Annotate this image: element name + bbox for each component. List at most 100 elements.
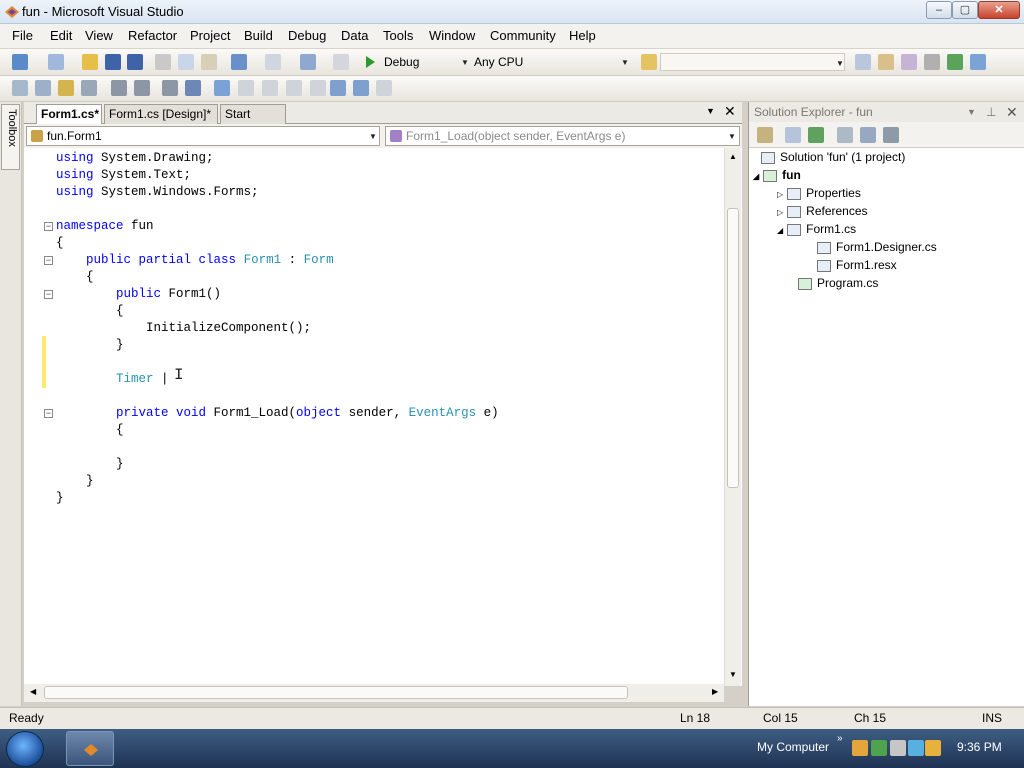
cut-icon[interactable]: [155, 54, 171, 70]
tree-item-program-cs[interactable]: Program.cs: [798, 274, 878, 292]
next-bookmark-in-folder-icon[interactable]: [310, 80, 326, 96]
tray-my-computer[interactable]: My Computer: [757, 740, 829, 754]
tab-form1-designer[interactable]: Form1.cs [Design]*: [104, 104, 218, 124]
scroll-left-icon[interactable]: ◀: [30, 687, 36, 696]
outline-collapse-icon[interactable]: −: [44, 222, 53, 231]
paste-icon[interactable]: [201, 54, 217, 70]
menu-community[interactable]: Community: [490, 28, 556, 43]
undo-icon[interactable]: [231, 54, 247, 70]
show-all-files-icon[interactable]: [785, 127, 801, 143]
auto-hide-pin-icon[interactable]: ⊥: [986, 102, 996, 122]
menu-data[interactable]: Data: [341, 28, 368, 43]
menu-help[interactable]: Help: [569, 28, 596, 43]
scroll-up-icon[interactable]: ▲: [729, 152, 737, 161]
menu-tools[interactable]: Tools: [383, 28, 413, 43]
horizontal-scroll-thumb[interactable]: [44, 686, 628, 699]
taskbar-visual-studio-button[interactable]: [66, 731, 114, 766]
open-file-icon[interactable]: [82, 54, 98, 70]
taskbar-clock[interactable]: 9:36 PM: [957, 740, 1002, 754]
add-item-icon[interactable]: [48, 54, 64, 70]
properties-icon[interactable]: [757, 127, 773, 143]
new-project-icon[interactable]: [12, 54, 28, 70]
toolbox-icon[interactable]: [924, 54, 940, 70]
tray-app-icon[interactable]: [871, 740, 887, 756]
toolbox-tab[interactable]: Toolbox: [1, 104, 20, 170]
solution-explorer-icon[interactable]: [855, 54, 871, 70]
next-bookmark-icon[interactable]: [262, 80, 278, 96]
complete-word-icon[interactable]: [81, 80, 97, 96]
tray-network-icon[interactable]: [908, 740, 924, 756]
collapse-arrow-icon[interactable]: ▷: [777, 208, 783, 217]
tray-expand-icon[interactable]: »: [837, 733, 843, 744]
horizontal-scrollbar[interactable]: ◀ ▶: [24, 684, 724, 702]
member-combo[interactable]: Form1_Load(object sender, EventArgs e) ▼: [385, 126, 740, 146]
decrease-indent-icon[interactable]: [111, 80, 127, 96]
close-document-icon[interactable]: ✕: [724, 103, 736, 120]
menu-file[interactable]: File: [12, 28, 33, 43]
solution-platform-combo[interactable]: Any CPU ▼: [471, 53, 631, 71]
start-debugging-icon[interactable]: [363, 54, 377, 73]
tree-item-form1-cs[interactable]: ◢ Form1.cs: [777, 220, 856, 238]
tree-item-references[interactable]: ▷ References: [777, 202, 868, 220]
tree-item-solution[interactable]: Solution 'fun' (1 project): [761, 148, 905, 166]
menu-build[interactable]: Build: [244, 28, 273, 43]
menu-window[interactable]: Window: [429, 28, 475, 43]
navigate-backward-icon[interactable]: [300, 54, 316, 70]
object-browser-icon[interactable]: [901, 54, 917, 70]
outline-collapse-icon[interactable]: −: [44, 409, 53, 418]
next-bookmark-in-document-icon[interactable]: [353, 80, 369, 96]
menu-edit[interactable]: Edit: [50, 28, 72, 43]
collapse-arrow-icon[interactable]: ▷: [777, 190, 783, 199]
navigate-forward-icon[interactable]: [333, 54, 349, 70]
find-in-files-icon[interactable]: [641, 54, 657, 70]
menu-refactor[interactable]: Refactor: [128, 28, 177, 43]
toggle-bookmark-icon[interactable]: [214, 80, 230, 96]
tray-search-icon[interactable]: [925, 740, 941, 756]
menu-view[interactable]: View: [85, 28, 113, 43]
increase-indent-icon[interactable]: [134, 80, 150, 96]
window-position-icon[interactable]: ▼: [967, 102, 976, 122]
properties-window-icon[interactable]: [878, 54, 894, 70]
outline-collapse-icon[interactable]: −: [44, 290, 53, 299]
previous-bookmark-icon[interactable]: [238, 80, 254, 96]
close-panel-icon[interactable]: ✕: [1006, 102, 1018, 122]
other-windows-icon[interactable]: [970, 54, 986, 70]
view-code-icon[interactable]: [837, 127, 853, 143]
tab-start-page[interactable]: Start Page: [220, 104, 286, 139]
start-button[interactable]: [6, 731, 44, 767]
scroll-down-icon[interactable]: ▼: [729, 670, 737, 679]
previous-bookmark-in-document-icon[interactable]: [330, 80, 346, 96]
solution-configuration-combo[interactable]: Debug ▼: [381, 53, 469, 71]
vertical-scroll-thumb[interactable]: [727, 208, 739, 488]
display-object-member-list-icon[interactable]: [12, 80, 28, 96]
maximize-button[interactable]: ▢: [952, 1, 978, 19]
menu-project[interactable]: Project: [190, 28, 230, 43]
menu-debug[interactable]: Debug: [288, 28, 326, 43]
tab-form1-cs[interactable]: Form1.cs*: [36, 104, 102, 124]
scroll-right-icon[interactable]: ▶: [712, 687, 718, 696]
code-editor[interactable]: − − − − using System.Drawing; using Syst…: [24, 148, 742, 702]
tree-item-project[interactable]: ◢ fun: [753, 166, 801, 184]
clear-bookmarks-icon[interactable]: [376, 80, 392, 96]
outline-collapse-icon[interactable]: −: [44, 256, 53, 265]
minimize-button[interactable]: –: [926, 1, 952, 19]
view-designer-icon[interactable]: [860, 127, 876, 143]
redo-icon[interactable]: [265, 54, 281, 70]
view-class-diagram-icon[interactable]: [883, 127, 899, 143]
previous-bookmark-in-folder-icon[interactable]: [286, 80, 302, 96]
start-page-icon[interactable]: [947, 54, 963, 70]
refresh-icon[interactable]: [808, 127, 824, 143]
close-button[interactable]: ✕: [978, 1, 1020, 19]
comment-out-icon[interactable]: [162, 80, 178, 96]
type-combo[interactable]: fun.Form1 ▼: [26, 126, 380, 146]
uncomment-icon[interactable]: [185, 80, 201, 96]
vertical-scrollbar[interactable]: ▲ ▼: [724, 148, 741, 686]
tree-item-properties[interactable]: ▷ Properties: [777, 184, 861, 202]
save-all-icon[interactable]: [127, 54, 143, 70]
expand-arrow-icon[interactable]: ◢: [777, 226, 783, 235]
copy-icon[interactable]: [178, 54, 194, 70]
save-icon[interactable]: [105, 54, 121, 70]
find-combo[interactable]: ▼: [660, 53, 845, 71]
tree-item-form1-designer[interactable]: Form1.Designer.cs: [817, 238, 937, 256]
quick-info-icon[interactable]: [58, 80, 74, 96]
